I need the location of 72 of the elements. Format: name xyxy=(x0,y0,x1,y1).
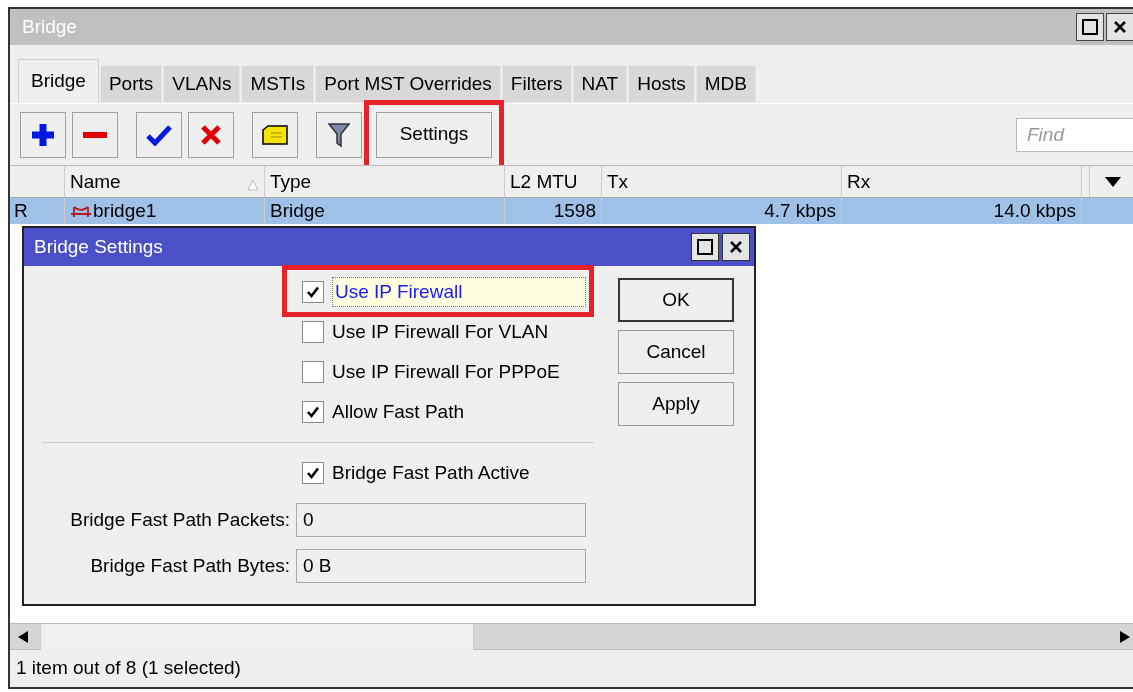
caret-icon xyxy=(1105,176,1121,187)
scroll-right-icon xyxy=(1120,630,1130,643)
minus-icon xyxy=(82,130,108,139)
checkbox[interactable] xyxy=(302,321,324,343)
checkmark-icon xyxy=(306,285,320,299)
dialog-button[interactable]: Cancel xyxy=(618,330,734,374)
column-header[interactable]: Name xyxy=(65,166,265,197)
maximize-button[interactable] xyxy=(691,233,719,261)
tab[interactable]: Ports xyxy=(99,65,163,103)
column-header[interactable]: L2 MTU xyxy=(505,166,602,197)
disable-button[interactable] xyxy=(188,111,234,158)
column-header[interactable]: Type xyxy=(265,166,505,197)
add-button[interactable] xyxy=(20,111,66,158)
value-field: 0 B xyxy=(296,549,586,583)
checkbox-label: Bridge Fast Path Active xyxy=(332,460,530,485)
close-icon xyxy=(729,240,743,254)
tab[interactable]: Hosts xyxy=(628,65,695,103)
table-cell-text: bridge1 xyxy=(93,198,157,223)
value-field: 0 xyxy=(296,503,586,537)
window-title: Bridge xyxy=(22,14,77,39)
checkmark-icon xyxy=(146,123,172,146)
filter-icon xyxy=(328,121,350,148)
flag-cell: R xyxy=(10,198,65,224)
checkmark-icon xyxy=(306,405,320,419)
find-field[interactable]: Find xyxy=(1016,117,1133,152)
field-label: Bridge Fast Path Packets: xyxy=(69,507,291,532)
tab[interactable]: NAT xyxy=(572,65,628,103)
dialog-title: Bridge Settings xyxy=(34,234,163,259)
checkbox-label: Use IP Firewall xyxy=(332,276,586,308)
checkbox[interactable] xyxy=(302,462,324,484)
tab[interactable]: Port MST Overrides xyxy=(315,65,501,103)
tab[interactable]: MSTIs xyxy=(241,65,315,103)
table-row[interactable]: R bridge1 Bridge 1598 4.7 kbps 14.0 kbps xyxy=(10,198,1133,224)
note-icon xyxy=(262,124,288,145)
tab[interactable]: VLANs xyxy=(163,65,241,103)
status-text: 1 item out of 8 (1 selected) xyxy=(16,656,241,681)
remove-button[interactable] xyxy=(72,111,118,158)
filter-button[interactable] xyxy=(316,111,362,158)
field-label: Bridge Fast Path Bytes: xyxy=(89,553,291,578)
checkbox[interactable] xyxy=(302,361,324,383)
maximize-icon xyxy=(1082,19,1098,35)
checkbox-label: Use IP Firewall For PPPoE xyxy=(332,359,560,384)
close-button[interactable] xyxy=(1106,13,1133,41)
horizontal-scrollbar[interactable] xyxy=(10,623,1133,649)
tab[interactable]: Filters xyxy=(501,65,572,103)
scroll-left-icon xyxy=(18,630,28,643)
table-cell-text: 14.0 kbps xyxy=(993,198,1076,223)
comment-button[interactable] xyxy=(252,111,298,158)
settings-button[interactable]: Settings xyxy=(376,111,492,158)
checkbox[interactable] xyxy=(302,281,324,303)
checkmark-icon xyxy=(306,466,320,480)
cross-icon xyxy=(200,123,222,146)
checkbox-label: Use IP Firewall For VLAN xyxy=(332,319,549,344)
scrollbar-thumb[interactable] xyxy=(40,624,474,650)
table-cell-text: 4.7 kbps xyxy=(764,198,836,223)
enable-button[interactable] xyxy=(136,111,182,158)
tab[interactable]: MDB xyxy=(695,65,756,103)
tab[interactable]: Bridge xyxy=(18,59,99,103)
bridge-icon xyxy=(70,204,92,218)
close-button[interactable] xyxy=(722,233,750,261)
dialog-button[interactable]: Apply xyxy=(618,382,734,426)
maximize-button[interactable] xyxy=(1076,13,1104,41)
checkbox[interactable] xyxy=(302,401,324,423)
checkbox-label: Allow Fast Path xyxy=(332,399,464,424)
maximize-icon xyxy=(697,239,713,255)
table-cell-text: 1598 xyxy=(553,198,596,223)
close-icon xyxy=(1113,20,1127,34)
table-cell-text: Bridge xyxy=(270,198,325,223)
column-header[interactable]: Tx xyxy=(602,166,842,197)
dialog-button[interactable]: OK xyxy=(618,278,734,322)
column-header[interactable]: Rx xyxy=(842,166,1082,197)
plus-icon xyxy=(30,121,56,148)
